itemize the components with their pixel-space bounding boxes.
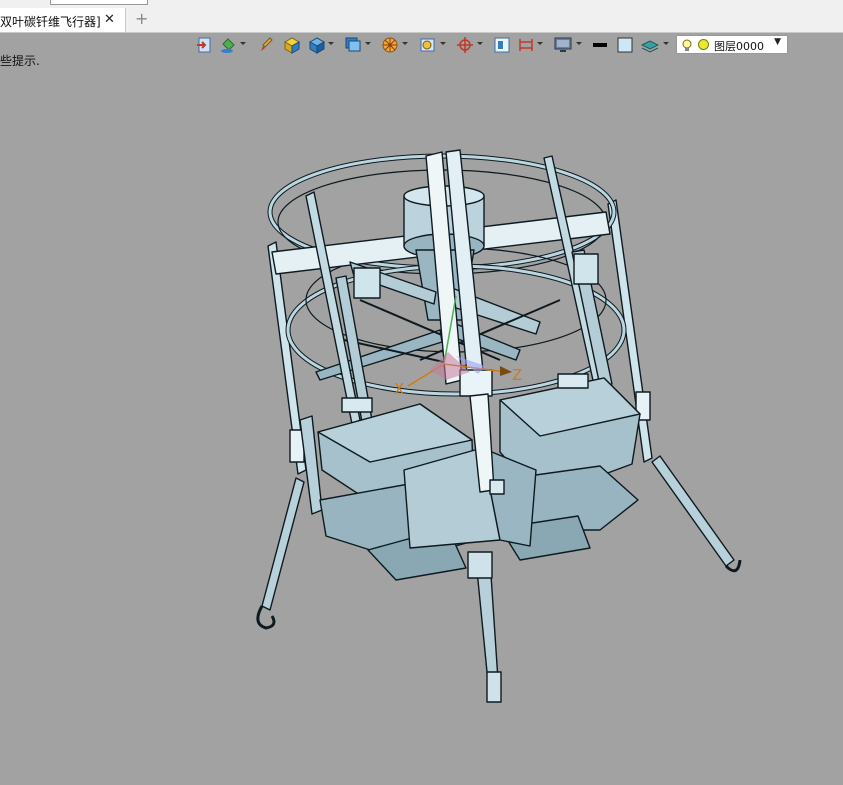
landing-leg-right xyxy=(651,455,742,573)
chevron-down-icon[interactable] xyxy=(440,42,446,45)
cube-yellow-icon[interactable] xyxy=(283,36,301,54)
chevron-down-icon[interactable]: ▼ xyxy=(774,37,781,47)
tab-title: 双叶碳钎维飞行器] xyxy=(0,15,101,29)
bulb-icon[interactable] xyxy=(681,38,693,57)
tab-document[interactable]: 双叶碳钎维飞行器] ✕ xyxy=(0,8,126,32)
chevron-down-icon[interactable] xyxy=(240,42,246,45)
axis-x-label: X xyxy=(394,380,405,398)
crosshair-icon[interactable] xyxy=(456,36,474,54)
chevron-down-icon[interactable] xyxy=(365,42,371,45)
quick-input[interactable] xyxy=(50,0,148,5)
view-orient-icon[interactable] xyxy=(419,36,437,54)
landing-leg-center xyxy=(475,559,502,703)
layer-stack-icon[interactable] xyxy=(641,36,659,54)
fill-color-icon[interactable] xyxy=(617,36,633,54)
brush-icon[interactable] xyxy=(258,36,274,54)
layer-dropdown[interactable]: 图层0000 ▼ xyxy=(676,35,788,54)
chevron-down-icon[interactable] xyxy=(663,42,669,45)
exit-icon[interactable] xyxy=(196,36,212,54)
chevron-down-icon[interactable] xyxy=(576,42,582,45)
landing-leg-left xyxy=(256,477,305,630)
chevron-down-icon[interactable] xyxy=(537,42,543,45)
document-tab-bar: 双叶碳钎维飞行器] ✕ + xyxy=(0,6,843,33)
cube-face-icon[interactable] xyxy=(344,36,362,54)
line-color-icon[interactable] xyxy=(592,36,608,54)
cube-blue-icon[interactable] xyxy=(308,36,326,54)
drone-model xyxy=(256,149,742,703)
orange-wheel-icon[interactable] xyxy=(381,36,399,54)
chevron-down-icon[interactable] xyxy=(477,42,483,45)
layer-name: 图层0000 xyxy=(714,40,764,53)
axis-z-label: Z xyxy=(512,366,523,384)
chevron-down-icon[interactable] xyxy=(402,42,408,45)
paint-bucket-icon[interactable] xyxy=(220,36,236,54)
add-tab-button[interactable]: + xyxy=(135,11,148,27)
layer-color-swatch[interactable] xyxy=(698,39,709,50)
chevron-down-icon[interactable] xyxy=(328,42,334,45)
3d-viewport[interactable]: X Z xyxy=(0,58,843,785)
frame-icon[interactable] xyxy=(494,36,510,54)
cad-window: 双叶碳钎维飞行器] ✕ + 图层0000 ▼ 些提示. X Z xyxy=(0,0,843,785)
close-icon[interactable]: ✕ xyxy=(104,12,115,27)
dimension-icon[interactable] xyxy=(518,36,534,54)
monitor-icon[interactable] xyxy=(554,36,572,54)
